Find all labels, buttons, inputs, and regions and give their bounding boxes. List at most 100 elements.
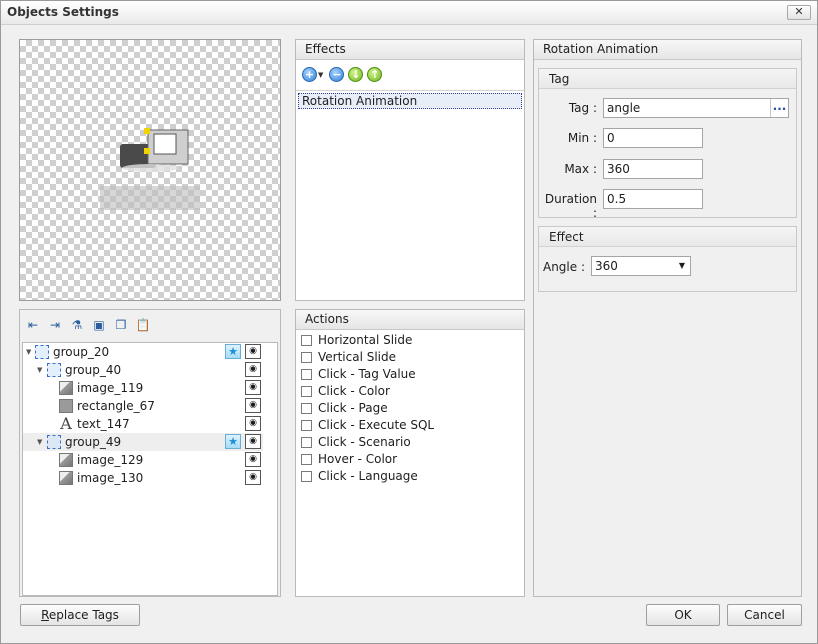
action-label: Click - Tag Value [318,367,416,381]
tag-field[interactable]: angle ... [603,98,789,118]
chevron-down-icon[interactable]: ▼ [318,71,323,79]
image-icon [59,381,73,395]
effects-list[interactable]: Rotation Animation [296,90,524,300]
expand-arrow-icon[interactable]: ▼ [37,433,42,451]
rectangle-icon [59,399,73,413]
tree-node-label: image_119 [77,381,144,395]
close-button[interactable]: ✕ [787,5,811,20]
visibility-eye-icon[interactable]: ◉ [245,470,261,485]
group-icon [47,363,61,377]
checkbox[interactable] [301,454,312,465]
checkbox[interactable] [301,471,312,482]
camera-led-shape [144,128,150,134]
objects-settings-dialog: Objects Settings ✕ ⇤ ⇥ ⚗ ▣ ❐ 📋 ▼ group_20 ★ ◉ [0,0,818,644]
effect-group-header: Effect [539,227,796,247]
filter-icon[interactable]: ⚗ [68,316,86,334]
remove-icon[interactable]: − [329,67,345,82]
action-label: Click - Scenario [318,435,411,449]
checkbox[interactable] [301,403,312,414]
checkbox[interactable] [301,420,312,431]
group-icon [35,345,49,359]
tree-node-image-130[interactable]: image_130 ◉ [23,469,263,487]
duration-field[interactable]: 0.5 [603,189,703,209]
actions-panel: Actions Horizontal Slide Vertical Slide … [295,309,525,597]
text-icon: A [60,414,72,433]
add-icon[interactable]: + [302,67,317,82]
object-tree[interactable]: ▼ group_20 ★ ◉ ▼ group_40 ◉ image_119 ◉ … [22,342,278,596]
tag-value: angle [607,101,641,115]
action-label: Click - Language [318,469,418,483]
dialog-title: Objects Settings [7,5,119,19]
checkbox[interactable] [301,437,312,448]
browse-tag-button[interactable]: ... [770,99,788,117]
preview-canvas [100,128,200,210]
indent-left-icon[interactable]: ⇤ [24,316,42,334]
image-icon [59,453,73,467]
tree-node-label: image_129 [77,453,144,467]
group-icon [47,435,61,449]
checkbox[interactable] [301,369,312,380]
copy-icon[interactable]: ❐ [112,316,130,334]
tree-node-image-129[interactable]: image_129 ◉ [23,451,263,469]
expand-arrow-icon[interactable]: ▼ [37,361,42,379]
tree-node-label: rectangle_67 [77,399,155,413]
effects-panel: Effects + ▼ − ↓ ↑ Rotation Animation [295,39,525,301]
title-bar[interactable]: Objects Settings ✕ [1,1,817,25]
tree-node-group-20[interactable]: ▼ group_20 ★ ◉ [23,343,263,361]
indent-right-icon[interactable]: ⇥ [46,316,64,334]
action-label: Click - Color [318,384,390,398]
camera-screen-shape [153,133,177,155]
tag-group-header: Tag [539,69,796,89]
angle-label: Angle : [542,260,585,274]
visibility-eye-icon[interactable]: ◉ [245,380,261,395]
cancel-button[interactable]: Cancel [727,604,802,626]
checkbox[interactable] [301,352,312,363]
visibility-eye-icon[interactable]: ◉ [245,344,261,359]
action-label: Click - Page [318,401,388,415]
tree-node-text-147[interactable]: A text_147 ◉ [23,415,263,433]
camera-base-shape [122,164,178,172]
ok-button[interactable]: OK [646,604,720,626]
tree-node-label: image_130 [77,471,144,485]
properties-header: Rotation Animation [534,40,801,60]
tree-node-label: group_40 [65,363,122,377]
max-field[interactable]: 360 [603,159,703,179]
checkbox[interactable] [301,335,312,346]
visibility-eye-icon[interactable]: ◉ [245,434,261,449]
effect-item-rotation-animation[interactable]: Rotation Animation [298,93,522,109]
visibility-eye-icon[interactable]: ◉ [245,416,261,431]
tree-node-image-119[interactable]: image_119 ◉ [23,379,263,397]
close-icon: ✕ [794,5,804,18]
visibility-eye-icon[interactable]: ◉ [245,362,261,377]
min-field[interactable]: 0 [603,128,703,148]
visibility-eye-icon[interactable]: ◉ [245,398,261,413]
action-label: Click - Execute SQL [318,418,435,432]
star-icon[interactable]: ★ [225,434,241,449]
tree-node-group-49[interactable]: ▼ group_49 ★ ◉ [23,433,263,451]
max-label: Max : [564,162,597,176]
expand-arrow-icon[interactable]: ▼ [26,343,31,361]
tree-node-label: group_49 [65,435,122,449]
effects-toolbar: + ▼ − ↓ ↑ [302,67,386,85]
star-icon[interactable]: ★ [225,344,241,359]
tree-node-label: text_147 [77,417,130,431]
tree-node-label: group_20 [53,345,110,359]
checkbox[interactable] [301,386,312,397]
angle-select[interactable]: 360 ▼ [591,256,691,276]
paste-icon[interactable]: 📋 [134,316,152,334]
tree-toolbar: ⇤ ⇥ ⚗ ▣ ❐ 📋 [24,316,156,336]
chevron-down-icon[interactable]: ▼ [679,257,685,275]
move-down-icon[interactable]: ↓ [348,67,364,82]
tree-node-group-40[interactable]: ▼ group_40 ◉ [23,361,263,379]
visibility-eye-icon[interactable]: ◉ [245,452,261,467]
tag-label: Tag : [568,101,597,115]
tree-node-rectangle-67[interactable]: rectangle_67 ◉ [23,397,263,415]
move-up-icon[interactable]: ↑ [367,67,383,82]
select-all-icon[interactable]: ▣ [90,316,108,334]
actions-header: Actions [296,310,524,330]
mnemonic-letter: R [41,608,49,622]
effects-header: Effects [296,40,524,60]
properties-panel: Rotation Animation Tag Tag : angle ... M… [533,39,802,597]
replace-tags-button[interactable]: Replace Tags [20,604,140,626]
object-tree-panel: ⇤ ⇥ ⚗ ▣ ❐ 📋 ▼ group_20 ★ ◉ ▼ group_40 ◉ image… [19,309,281,597]
